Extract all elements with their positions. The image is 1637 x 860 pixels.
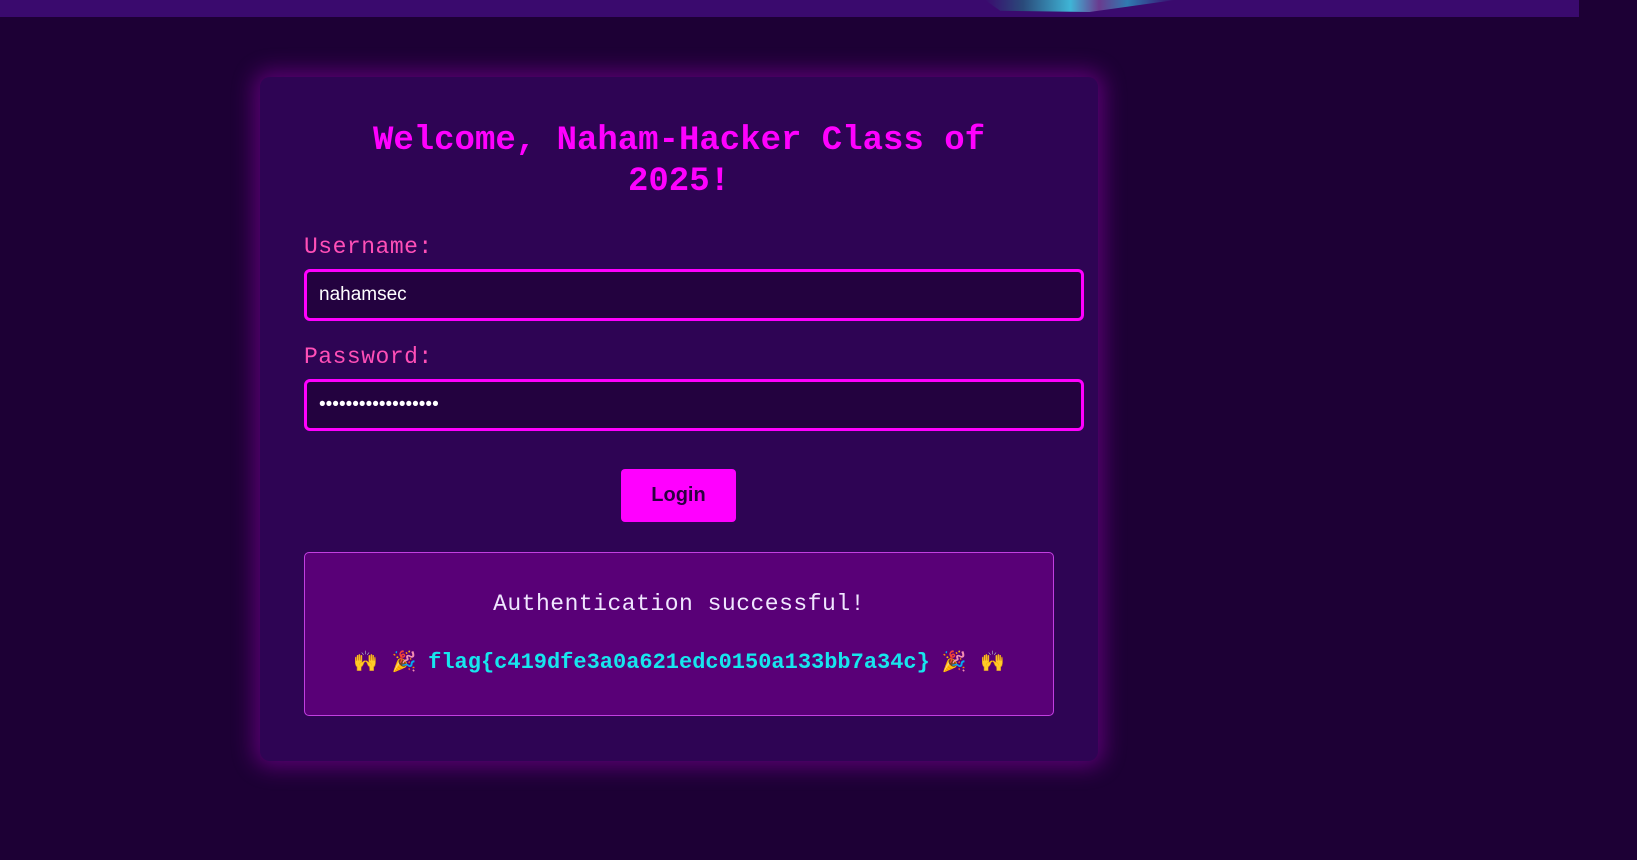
banner-artwork-image (985, 0, 1175, 12)
username-label: Username: (304, 234, 433, 260)
raising-hands-icon: 🙌 (353, 652, 379, 675)
password-label: Password: (304, 344, 433, 370)
flag-value: flag{c419dfe3a0a621edc0150a133bb7a34c} (428, 649, 930, 675)
party-popper-icon: 🎉 (391, 652, 417, 675)
result-box: Authentication successful! 🙌 🎉 flag{c419… (304, 552, 1054, 716)
username-field[interactable] (304, 269, 1084, 321)
login-button[interactable]: Login (621, 469, 736, 522)
raising-hands-icon: 🙌 (979, 652, 1005, 675)
top-banner (0, 0, 1579, 17)
password-field[interactable] (304, 379, 1084, 431)
page-title: Welcome, Naham-Hacker Class of 2025! (372, 122, 986, 201)
login-card: Welcome, Naham-Hacker Class of 2025! Use… (260, 77, 1098, 761)
flag-line: 🙌 🎉 flag{c419dfe3a0a621edc0150a133bb7a34… (305, 649, 1053, 676)
party-popper-icon: 🎉 (941, 652, 967, 675)
auth-success-message: Authentication successful! (493, 591, 865, 617)
